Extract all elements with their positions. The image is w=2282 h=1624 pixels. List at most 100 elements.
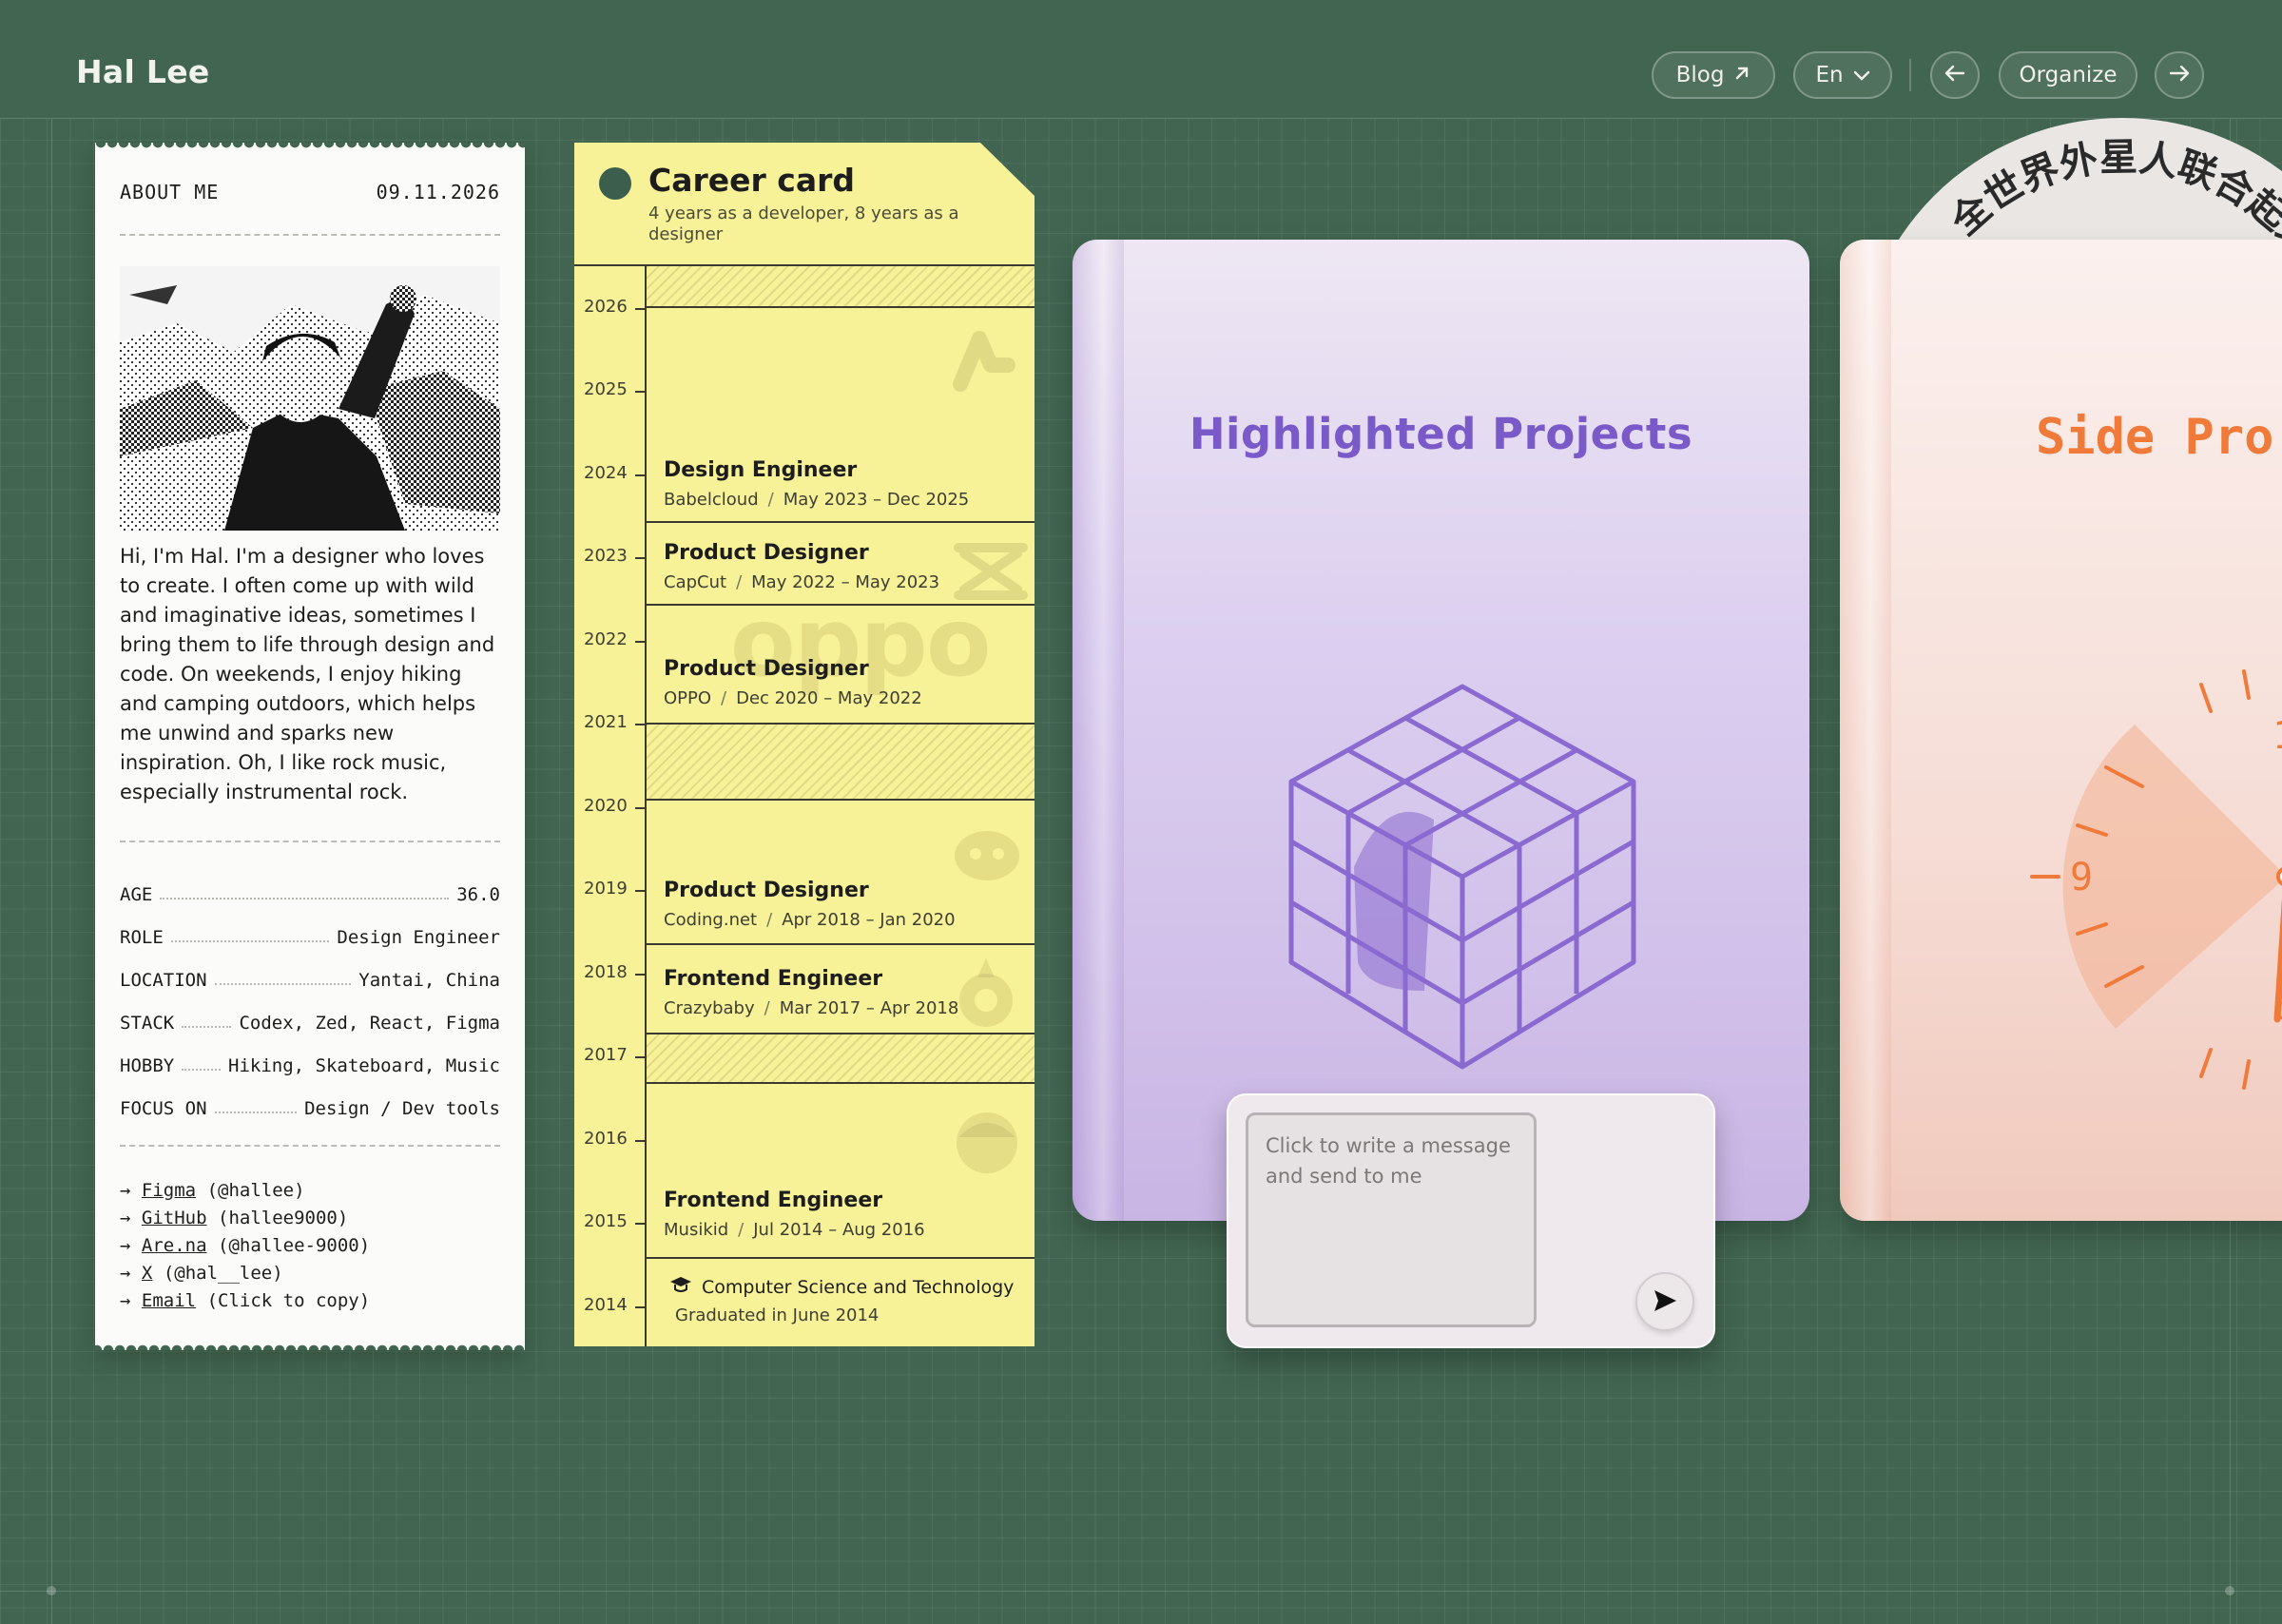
career-card[interactable]: Career card 4 years as a developer, 8 ye… — [574, 143, 1035, 1346]
link-detail: (@hallee-9000) — [218, 1235, 371, 1256]
fact-key: FOCUS ON — [120, 1097, 207, 1119]
about-me-receipt[interactable]: ABOUT ME 09.11.2026 Hi, I'm Hal. I'm a d… — [95, 143, 525, 1350]
job-company: Crazybaby — [664, 998, 755, 1018]
fact-row: AGE 36.0 — [120, 873, 500, 916]
divider — [120, 841, 500, 842]
year-tick — [635, 724, 645, 725]
fact-value: Design / Dev tools — [304, 1097, 500, 1119]
musikid-logo-icon — [957, 1112, 1017, 1173]
job-period: Mar 2017 – Apr 2018 — [779, 998, 959, 1018]
send-button[interactable] — [1635, 1272, 1694, 1331]
message-input[interactable] — [1246, 1112, 1537, 1327]
job-entry[interactable]: Frontend Engineer Musikid / Jul 2014 – Aug… — [664, 1189, 925, 1240]
next-button[interactable] — [2155, 51, 2204, 99]
organize-label: Organize — [2019, 63, 2118, 87]
job-company: Musikid — [664, 1220, 729, 1240]
fact-row: HOBBY Hiking, Skateboard, Music — [120, 1044, 500, 1087]
job-meta: Coding.net / Apr 2018 – Jan 2020 — [664, 910, 956, 930]
job-separator: / — [766, 910, 773, 930]
row-divider — [647, 1082, 1035, 1084]
row-divider — [647, 604, 1035, 606]
year-label: 2019 — [584, 879, 628, 899]
year-label: 2017 — [584, 1045, 628, 1065]
fact-value: Codex, Zed, React, Figma — [239, 1012, 500, 1034]
job-period: Apr 2018 – Jan 2020 — [782, 910, 956, 930]
book-spine — [1073, 240, 1124, 1221]
year-label: 2014 — [584, 1295, 628, 1315]
link-row: → Figma (@hallee) — [120, 1177, 370, 1205]
link-detail: (@hallee) — [206, 1180, 305, 1201]
message-card — [1227, 1093, 1715, 1348]
language-select[interactable]: En — [1793, 51, 1892, 99]
job-entry[interactable]: Frontend Engineer Crazybaby / Mar 2017 – A… — [664, 967, 958, 1018]
job-company: OPPO — [664, 688, 712, 708]
timeline-rail — [645, 264, 647, 1346]
fact-key: LOCATION — [120, 969, 207, 991]
year-tick — [635, 391, 645, 393]
year-tick — [635, 807, 645, 809]
job-meta: Musikid / Jul 2014 – Aug 2016 — [664, 1220, 925, 1240]
fact-key: HOBBY — [120, 1054, 175, 1076]
crazybaby-logo-icon — [959, 958, 1013, 1027]
frame-line-bottom — [0, 1591, 2282, 1592]
fact-row: FOCUS ON Design / Dev tools — [120, 1087, 500, 1130]
year-label: 2016 — [584, 1129, 628, 1149]
about-heading: ABOUT ME — [120, 181, 220, 203]
year-tick — [635, 890, 645, 892]
job-entry[interactable]: Product Designer CapCut / May 2022 – May 2… — [664, 541, 939, 592]
fact-value: Yantai, China — [358, 969, 500, 991]
previous-button[interactable] — [1930, 51, 1980, 99]
side-projects-book[interactable]: Side Pro 12 9 6 — [1840, 240, 2282, 1221]
education-subtitle: Graduated in June 2014 — [675, 1305, 880, 1325]
arrow-right-icon — [2169, 63, 2190, 87]
year-label: 2018 — [584, 962, 628, 982]
year-label: 2023 — [584, 546, 628, 566]
career-title: Career card — [648, 162, 856, 199]
frame-line-left — [51, 0, 52, 1624]
language-label: En — [1815, 63, 1844, 87]
year-tick — [635, 1223, 645, 1225]
job-entry[interactable]: Product Designer Coding.net / Apr 2018 – J… — [664, 879, 956, 930]
figma-link[interactable]: Figma — [142, 1180, 196, 1201]
rubiks-cube-icon — [1288, 684, 1636, 1070]
graduation-cap-icon — [669, 1274, 692, 1300]
fact-key: ROLE — [120, 926, 164, 948]
x-link[interactable]: X — [142, 1263, 152, 1284]
year-tick — [635, 308, 645, 310]
fact-value: 36.0 — [456, 883, 500, 905]
divider — [120, 234, 500, 236]
blog-button[interactable]: Blog — [1652, 51, 1775, 99]
education-title-row: Computer Science and Technology — [669, 1274, 1014, 1300]
year-tick — [635, 974, 645, 976]
highlighted-projects-book[interactable]: Highlighted Projects — [1073, 240, 1809, 1221]
job-separator: / — [736, 572, 743, 592]
github-link[interactable]: GitHub — [142, 1208, 207, 1228]
year-label: 2020 — [584, 796, 628, 816]
link-detail: (hallee9000) — [218, 1208, 349, 1228]
job-separator: / — [721, 688, 727, 708]
education-entry: Computer Science and Technology Graduate… — [669, 1274, 1014, 1325]
job-period: May 2022 – May 2023 — [751, 572, 940, 592]
side-projects-title: Side Pro — [2036, 409, 2274, 466]
job-company: Coding.net — [664, 910, 758, 930]
fact-row: ROLE Design Engineer — [120, 916, 500, 958]
row-divider — [647, 943, 1035, 945]
job-entry[interactable]: Product Designer OPPO / Dec 2020 – May 202… — [664, 657, 922, 708]
year-label: 2022 — [584, 629, 628, 649]
organize-button[interactable]: Organize — [1999, 51, 2137, 99]
chevron-down-icon — [1853, 63, 1870, 87]
job-period: May 2023 – Dec 2025 — [783, 490, 970, 510]
arrow-right-icon: → — [120, 1263, 131, 1284]
job-entry[interactable]: Design Engineer Babelcloud / May 2023 – De… — [664, 458, 969, 510]
year-tick — [635, 557, 645, 559]
link-detail: (Click to copy) — [206, 1290, 371, 1311]
arena-link[interactable]: Are.na — [142, 1235, 207, 1256]
fact-key: AGE — [120, 883, 153, 905]
year-label: 2015 — [584, 1211, 628, 1231]
email-link[interactable]: Email — [142, 1290, 196, 1311]
timeline-gap — [647, 1034, 1035, 1082]
arrow-right-icon: → — [120, 1290, 131, 1311]
clock-number-12: 12 — [2272, 714, 2282, 758]
brand-name[interactable]: Hal Lee — [76, 53, 210, 90]
job-title: Design Engineer — [664, 458, 858, 482]
